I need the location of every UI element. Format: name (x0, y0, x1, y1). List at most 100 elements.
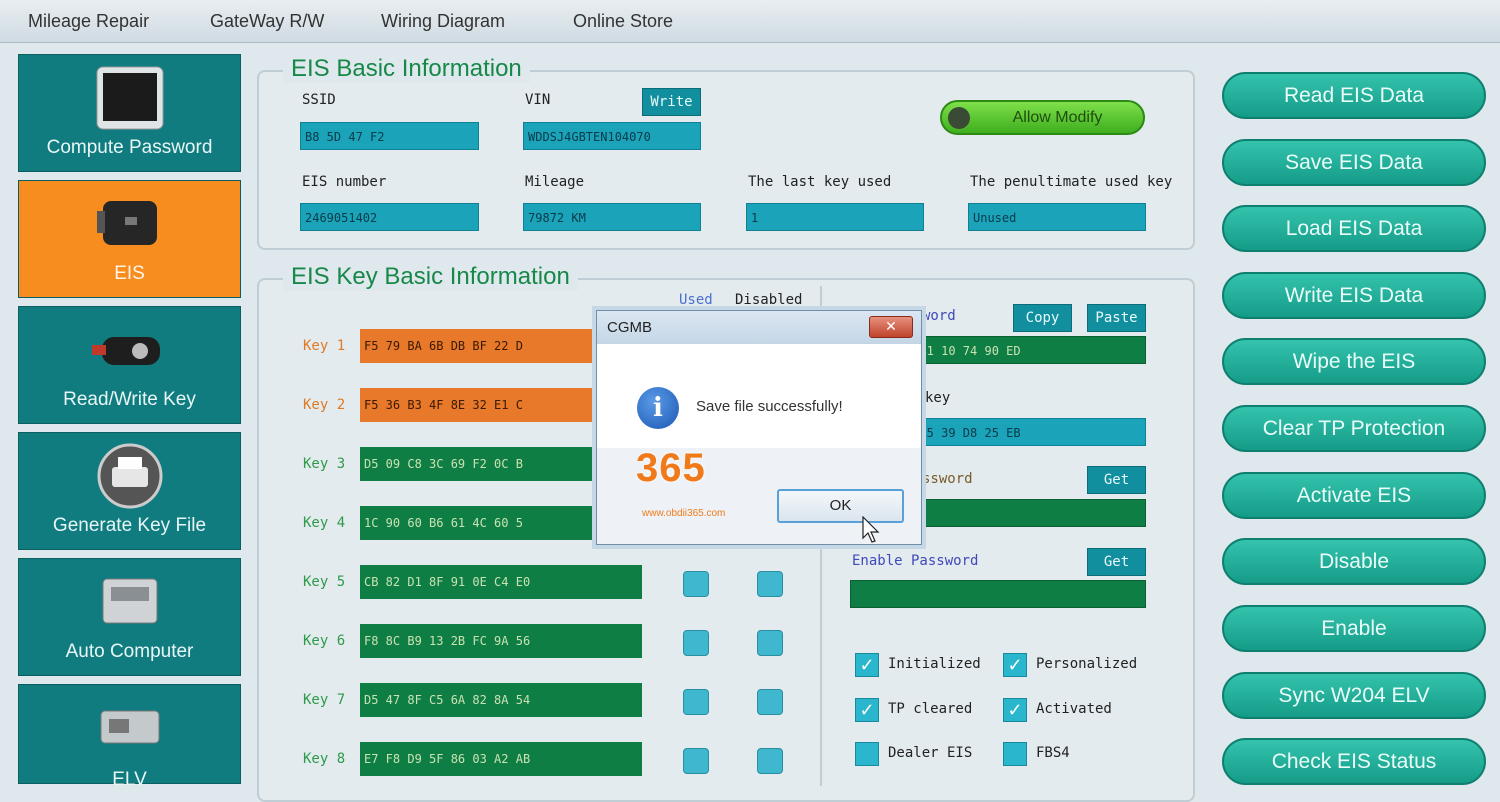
enable-password-label: Enable Password (852, 553, 979, 569)
personalized-checkbox[interactable]: ✓ (1003, 653, 1027, 677)
used-header: Used (679, 292, 713, 308)
key-8-used-indicator[interactable] (683, 748, 709, 774)
ok-button[interactable]: OK (777, 489, 904, 523)
sidebar-item-elv[interactable]: ELV (18, 684, 241, 790)
last-key-field[interactable]: 1 (746, 203, 924, 231)
menu-mileage-repair[interactable]: Mileage Repair (28, 11, 149, 32)
key-8-field[interactable]: E7 F8 D9 5F 86 03 A2 AB (360, 742, 642, 776)
ecu-icon (95, 573, 165, 635)
sidebar-item-label: Generate Key File (52, 515, 207, 536)
mileage-field[interactable]: 79872 KM (523, 203, 701, 231)
get-password-label: ssword (922, 471, 973, 487)
printer-icon (95, 443, 165, 515)
elv-module-icon (95, 707, 165, 753)
key-6-used-indicator[interactable] (683, 630, 709, 656)
key-label: key (925, 390, 951, 406)
password-label: word (922, 308, 956, 324)
penultimate-key-label: The penultimate used key (970, 174, 1173, 190)
key-8-disabled-indicator[interactable] (757, 748, 783, 774)
get-enable-password-button[interactable]: Get (1087, 548, 1146, 576)
dialog-title: CGMB (607, 319, 652, 336)
get-password-field[interactable] (900, 499, 1146, 527)
watermark-logo-text: 365 (636, 446, 706, 490)
menu-online-store[interactable]: Online Store (573, 11, 673, 32)
key-4-label: Key 4 (303, 515, 346, 531)
write-vin-button[interactable]: Write (642, 88, 701, 116)
sync-w204-elv-button[interactable]: Sync W204 ELV (1222, 672, 1486, 719)
key-3-label: Key 3 (303, 456, 346, 472)
car-key-icon (90, 331, 170, 377)
allow-modify-toggle[interactable]: Allow Modify (940, 100, 1145, 135)
menu-gateway-rw[interactable]: GateWay R/W (210, 11, 324, 32)
dialog-titlebar: CGMB ✕ (597, 311, 921, 345)
key-5-used-indicator[interactable] (683, 571, 709, 597)
save-eis-data-button[interactable]: Save EIS Data (1222, 139, 1486, 186)
sidebar-item-label: Compute Password (46, 137, 213, 158)
key-5-field[interactable]: CB 82 D1 8F 91 0E C4 E0 (360, 565, 642, 599)
mileage-label: Mileage (525, 174, 585, 190)
ssid-label: SSID (302, 92, 336, 108)
check-eis-status-button[interactable]: Check EIS Status (1222, 738, 1486, 785)
clear-tp-protection-button[interactable]: Clear TP Protection (1222, 405, 1486, 452)
paste-button[interactable]: Paste (1087, 304, 1146, 332)
sidebar-item-auto-computer[interactable]: Auto Computer (18, 558, 241, 676)
close-icon[interactable]: ✕ (869, 316, 913, 338)
key-7-disabled-indicator[interactable] (757, 689, 783, 715)
key-6-label: Key 6 (303, 633, 346, 649)
activated-checkbox[interactable]: ✓ (1003, 698, 1027, 722)
allow-modify-label: Allow Modify (1012, 109, 1103, 126)
mouse-cursor-icon (862, 516, 880, 543)
vin-label: VIN (525, 92, 551, 108)
wipe-eis-button[interactable]: Wipe the EIS (1222, 338, 1486, 385)
sidebar-item-label: Read/Write Key (63, 389, 196, 410)
menu-wiring-diagram[interactable]: Wiring Diagram (381, 11, 505, 32)
sidebar-item-label: ELV (112, 769, 147, 790)
ssid-field[interactable]: B8 5D 47 F2 (300, 122, 479, 150)
key-7-used-indicator[interactable] (683, 689, 709, 715)
key-5-disabled-indicator[interactable] (757, 571, 783, 597)
key-6-disabled-indicator[interactable] (757, 630, 783, 656)
disabled-header: Disabled (735, 292, 803, 308)
key-7-field[interactable]: D5 47 8F C5 6A 82 8A 54 (360, 683, 642, 717)
eis-module-icon (95, 195, 165, 257)
dealer-eis-checkbox[interactable] (855, 742, 879, 766)
enable-button[interactable]: Enable (1222, 605, 1486, 652)
key-2-label: Key 2 (303, 397, 346, 413)
watermark-logo: 365 www.obdii365.com (636, 440, 748, 524)
fbs4-checkbox[interactable] (1003, 742, 1027, 766)
activate-eis-button[interactable]: Activate EIS (1222, 472, 1486, 519)
sidebar-item-compute-password[interactable]: Compute Password (18, 54, 241, 172)
tp-cleared-checkbox[interactable]: ✓ (855, 698, 879, 722)
eis-basic-info-title: EIS Basic Information (283, 55, 530, 83)
sidebar-item-generate-key-file[interactable]: Generate Key File (18, 432, 241, 550)
sidebar-item-read-write-key[interactable]: Read/Write Key (18, 306, 241, 424)
dialog-body: i Save file successfully! (597, 344, 921, 448)
read-eis-data-button[interactable]: Read EIS Data (1222, 72, 1486, 119)
vin-field[interactable]: WDDSJ4GBTEN104070 (523, 122, 701, 150)
dialog-message: Save file successfully! (696, 398, 843, 415)
menu-bar: Mileage Repair GateWay R/W Wiring Diagra… (0, 0, 1500, 43)
sidebar-item-eis[interactable]: EIS (18, 180, 241, 298)
tp-cleared-label: TP cleared (888, 701, 973, 717)
password-field[interactable]: F B1 10 74 90 ED (900, 336, 1146, 364)
penultimate-key-field[interactable]: Unused (968, 203, 1146, 231)
disable-button[interactable]: Disable (1222, 538, 1486, 585)
key-8-label: Key 8 (303, 751, 346, 767)
write-eis-data-button[interactable]: Write EIS Data (1222, 272, 1486, 319)
enable-password-field[interactable] (850, 580, 1146, 608)
dealer-eis-label: Dealer EIS (888, 745, 973, 761)
key-6-field[interactable]: F8 8C B9 13 2B FC 9A 56 (360, 624, 642, 658)
copy-button[interactable]: Copy (1013, 304, 1072, 332)
load-eis-data-button[interactable]: Load EIS Data (1222, 205, 1486, 252)
initialized-checkbox[interactable]: ✓ (855, 653, 879, 677)
eis-number-field[interactable]: 2469051402 (300, 203, 479, 231)
monitor-icon (95, 65, 165, 137)
sidebar-item-label: Auto Computer (65, 641, 194, 662)
get-password-button[interactable]: Get (1087, 466, 1146, 494)
watermark-url: www.obdii365.com (642, 508, 726, 519)
key-field[interactable]: C B5 39 D8 25 EB (900, 418, 1146, 446)
key-1-label: Key 1 (303, 338, 346, 354)
sidebar-item-label: EIS (114, 263, 145, 284)
activated-label: Activated (1036, 701, 1112, 717)
initialized-label: Initialized (888, 656, 981, 672)
